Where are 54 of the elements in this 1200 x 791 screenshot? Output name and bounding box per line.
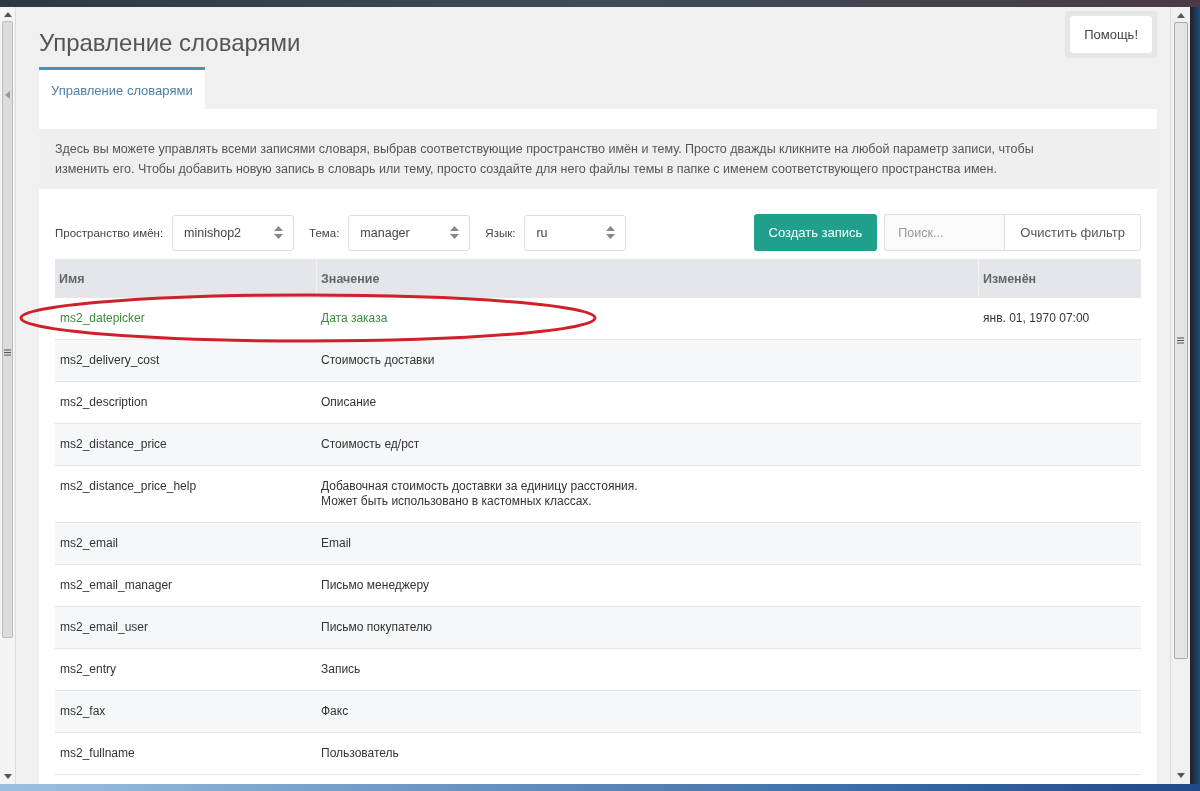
- info-text: Здесь вы можете управлять всеми записями словаря, выбрав соответствующие пространство имён и тему. Просто дважды кликните на любой параметр записи, чтобы изменить его. Чтобы добавить новую запись в словарь или тему, просто создайте для него файлы темы в папке с именем соответствующего пространства имен.: [39, 129, 1157, 189]
- table-cell: ms2_email_manager: [60, 578, 173, 592]
- filter-label: Пространство имён:: [55, 226, 164, 239]
- column-header[interactable]: Имя: [55, 259, 316, 298]
- help-button[interactable]: Помощь!: [1070, 16, 1152, 53]
- table-row[interactable]: ms2_distance_price Стоимость ед/рст: [55, 424, 1141, 466]
- table-cell: Пользователь: [321, 746, 399, 760]
- filter-label: Тема:: [309, 226, 340, 239]
- grip-icon[interactable]: [4, 349, 11, 356]
- table-cell: Письмо покупателю: [321, 620, 432, 634]
- table-cell: Письмо менеджеру: [321, 578, 430, 592]
- page-title: Управление словарями: [39, 29, 301, 57]
- table-cell: ms2_description: [60, 395, 148, 409]
- table-cell: Факс: [321, 704, 349, 718]
- page-scrollbar[interactable]: [1170, 7, 1190, 784]
- table-row[interactable]: ms2_email Email: [55, 523, 1141, 565]
- search-field[interactable]: Поиск...: [884, 214, 1005, 251]
- arrow-down-icon[interactable]: [1176, 773, 1185, 778]
- sort-caret-icon: [606, 226, 616, 239]
- table-cell: ms2_distance_price: [60, 437, 167, 451]
- table-cell: Дата заказа: [321, 311, 388, 325]
- table-cell: ms2_fullname: [60, 746, 135, 760]
- sidebar-scrollbar[interactable]: [0, 7, 16, 784]
- arrow-down-icon[interactable]: [3, 774, 12, 779]
- filter-select[interactable]: manager: [348, 214, 471, 251]
- sort-caret-icon: [450, 226, 460, 239]
- filter-select[interactable]: minishop2: [172, 214, 295, 251]
- table-row[interactable]: ms2_fax Факс: [55, 691, 1141, 733]
- table-cell: янв. 01, 1970 07:00: [983, 311, 1090, 325]
- table-row[interactable]: ms2_delivery_cost Стоимость доставки: [55, 340, 1141, 382]
- filter-label: Язык:: [485, 226, 516, 239]
- table-cell: ms2_entry: [60, 662, 117, 676]
- table-cell: Описание: [321, 395, 377, 409]
- table-cell: Запись: [321, 662, 361, 676]
- table-cell: Добавочная стоимость доставки за единицу расстояния. Может быть использовано в кастомных классах.: [321, 479, 638, 508]
- table-row[interactable]: ms2_email_user Письмо покупателю: [55, 607, 1141, 649]
- scrollbar-thumb[interactable]: [2, 21, 13, 638]
- table-cell: ms2_delivery_cost: [60, 353, 160, 367]
- clear-filter-button[interactable]: Очистить фильтр: [1004, 214, 1141, 251]
- table-cell: ms2_email_user: [60, 620, 149, 634]
- table-cell: ms2_datepicker: [60, 311, 145, 325]
- table-cell: Стоимость доставки: [321, 353, 435, 367]
- filter-select[interactable]: ru: [524, 214, 627, 251]
- sort-caret-icon: [274, 226, 284, 239]
- arrow-up-icon[interactable]: [3, 12, 12, 17]
- table-cell: ms2_email: [60, 536, 119, 550]
- table-cell: Стоимость ед/рст: [321, 437, 420, 451]
- scrollbar-thumb[interactable]: [1173, 22, 1188, 659]
- arrow-up-icon[interactable]: [1176, 13, 1185, 18]
- grip-icon[interactable]: [1177, 337, 1184, 344]
- table-cell: ms2_distance_price_help: [60, 479, 197, 493]
- tab[interactable]: Управление словарями: [39, 67, 205, 109]
- table-cell: ms2_fax: [60, 704, 106, 718]
- table-cell: Email: [321, 536, 351, 550]
